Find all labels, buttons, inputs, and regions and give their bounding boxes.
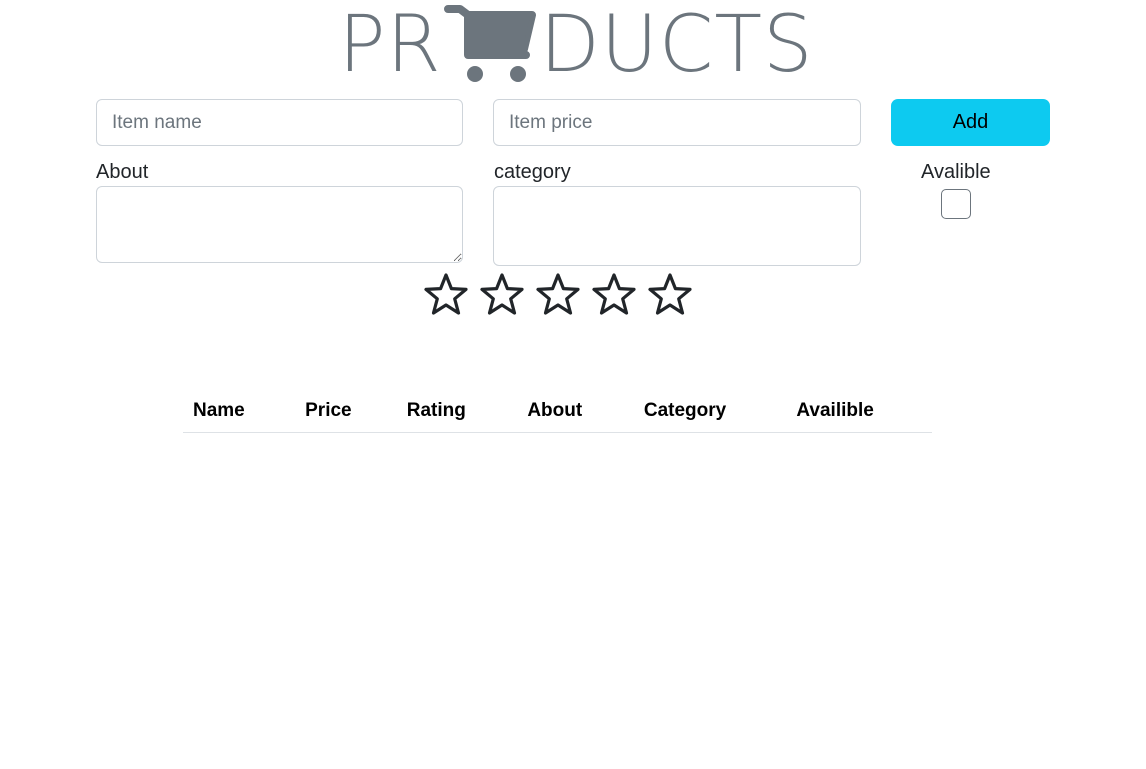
star-outline-icon[interactable] [478,271,526,319]
star-outline-icon[interactable] [646,271,694,319]
title-left: PR [338,0,442,90]
header: PR DUCTS [0,0,1146,90]
category-textarea[interactable] [493,186,861,266]
column-header: Category [633,390,787,433]
products-page: PR DUCTS Add About category Avalible Nam… [0,0,1146,769]
add-button[interactable]: Add [891,99,1050,146]
column-header: Availible [786,390,932,433]
item-price-input[interactable] [493,99,861,146]
star-outline-icon[interactable] [422,271,470,319]
title-right: DUCTS [539,0,814,90]
item-name-input[interactable] [96,99,463,146]
column-header: Price [295,390,397,433]
available-label: Avalible [921,161,991,183]
cart-icon [443,3,538,87]
star-outline-icon[interactable] [534,271,582,319]
about-label: About [96,161,149,183]
about-textarea[interactable] [96,186,463,263]
column-header: Name [183,390,296,433]
category-label: category [494,161,571,183]
rating-stars [422,271,702,319]
page-title: PR DUCTS [338,3,813,87]
column-header: About [517,390,634,433]
available-checkbox[interactable] [941,189,971,219]
products-table: Name Price Rating About Category Availible [183,390,932,433]
star-outline-icon[interactable] [590,271,638,319]
table-header-row: Name Price Rating About Category Availible [183,390,932,433]
column-header: Rating [396,390,518,433]
